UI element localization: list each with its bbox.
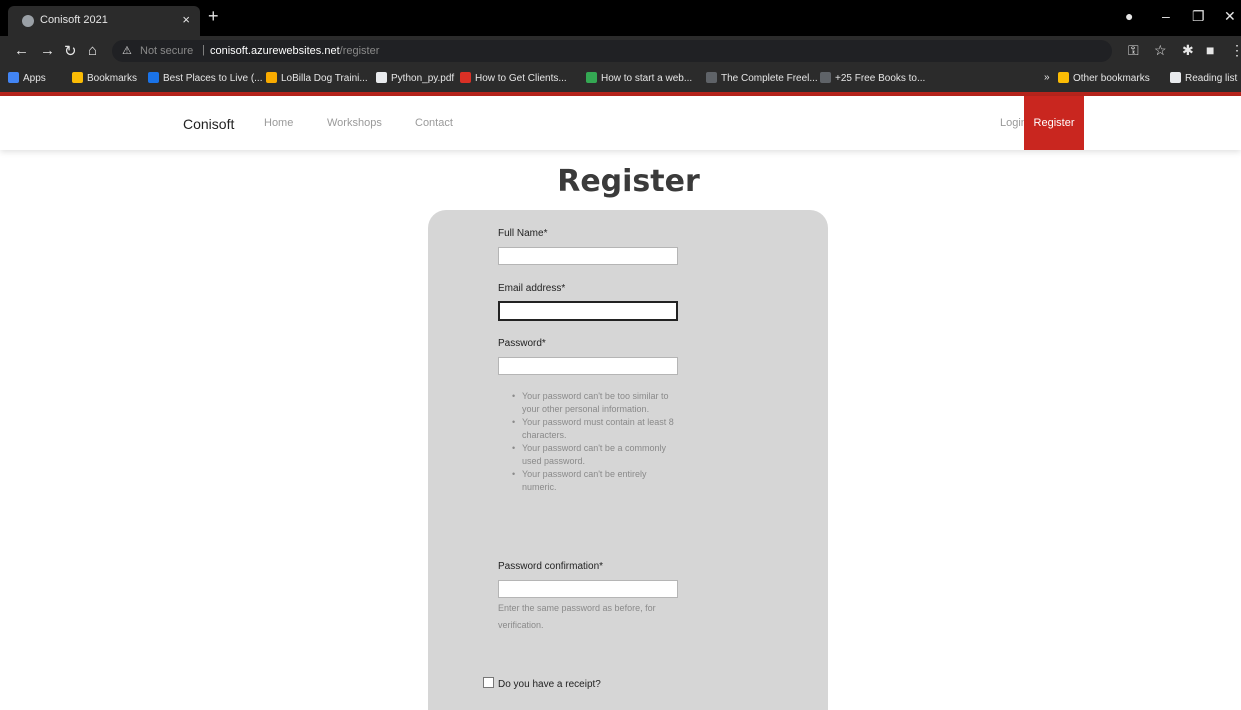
reload-icon[interactable]: ↻ <box>64 42 77 60</box>
bookmark-apps[interactable]: Apps <box>8 72 46 84</box>
restore-icon[interactable]: ❐ <box>1192 8 1205 25</box>
bookmark-best-places[interactable]: Best Places to Live (... <box>148 72 263 84</box>
extensions-icon[interactable]: ✱ <box>1182 42 1194 59</box>
bookmark-bookmarks[interactable]: Bookmarks <box>72 72 137 84</box>
password-help-item: Your password can't be entirely numeric. <box>512 468 682 494</box>
back-icon[interactable]: ← <box>14 42 29 59</box>
bookmark-favicon <box>460 72 471 83</box>
menu-icon[interactable]: ⋮ <box>1230 42 1241 59</box>
reading-list[interactable]: Reading list <box>1170 72 1237 84</box>
browser-toolbar: ← → ↻ ⌂ ⚠ Not secure | conisoft.azureweb… <box>0 36 1241 66</box>
address-separator: | <box>202 44 205 56</box>
bookmark-favicon <box>820 72 831 83</box>
password-confirm-input[interactable] <box>498 580 678 598</box>
bookmarks-bar: Apps Bookmarks Best Places to Live (... … <box>0 66 1241 93</box>
url-text: conisoft.azurewebsites.net/register <box>210 45 379 57</box>
folder-icon <box>1058 72 1069 83</box>
site-navbar: Conisoft Home Workshops Contact Login Re… <box>0 96 1241 150</box>
email-input[interactable] <box>498 301 678 321</box>
reading-list-icon <box>1170 72 1181 83</box>
bookmark-python-pdf[interactable]: Python_py.pdf <box>376 72 454 84</box>
full-name-label: Full Name* <box>498 228 548 239</box>
email-label: Email address* <box>498 283 566 294</box>
security-status: Not secure <box>140 45 194 57</box>
bookmarks-overflow-button[interactable]: » <box>1044 72 1050 83</box>
nav-contact[interactable]: Contact <box>415 117 453 129</box>
url-path: /register <box>339 45 380 57</box>
brand-logo[interactable]: Conisoft <box>183 116 234 132</box>
bookmark-favicon <box>586 72 597 83</box>
key-icon[interactable]: ⚿ <box>1128 42 1139 59</box>
nav-home[interactable]: Home <box>264 117 293 129</box>
forward-icon[interactable]: → <box>40 42 55 59</box>
warning-icon: ⚠ <box>122 45 132 57</box>
register-form-card: Full Name* Email address* Password* Your… <box>428 210 828 710</box>
browser-tab[interactable]: Conisoft 2021 × <box>8 6 200 36</box>
password-help-item: Your password can't be too similar to yo… <box>512 390 682 416</box>
password-help-list: Your password can't be too similar to yo… <box>512 390 682 494</box>
new-tab-button[interactable]: + <box>208 6 219 27</box>
minimize-icon[interactable]: – <box>1162 8 1170 24</box>
address-bar[interactable]: ⚠ Not secure | conisoft.azurewebsites.ne… <box>112 40 1112 62</box>
extension-red-icon[interactable]: ■ <box>1206 42 1214 58</box>
apps-icon <box>8 72 19 83</box>
bookmark-free-books[interactable]: +25 Free Books to... <box>820 72 925 84</box>
page-title: Register <box>557 164 700 199</box>
home-icon[interactable]: ⌂ <box>88 42 97 59</box>
bookmark-dog-training[interactable]: LoBilla Dog Traini... <box>266 72 368 84</box>
other-bookmarks[interactable]: Other bookmarks <box>1058 72 1150 84</box>
password-label: Password* <box>498 338 546 349</box>
tab-title: Conisoft 2021 <box>40 14 108 26</box>
password-confirm-help: Enter the same password as before, for v… <box>498 603 656 630</box>
tab-close-icon[interactable]: × <box>182 12 190 27</box>
receipt-checkbox-row[interactable]: Do you have a receipt? <box>483 677 601 690</box>
bookmark-favicon <box>266 72 277 83</box>
password-help-item: Your password can't be a commonly used p… <box>512 442 682 468</box>
nav-register-button[interactable]: Register <box>1024 96 1084 150</box>
receipt-checkbox[interactable] <box>483 677 494 688</box>
bookmark-start-web[interactable]: How to start a web... <box>586 72 692 84</box>
bookmark-complete-freelance[interactable]: The Complete Freel... <box>706 72 818 84</box>
receipt-label: Do you have a receipt? <box>498 679 601 690</box>
nav-workshops[interactable]: Workshops <box>327 117 382 129</box>
bookmark-favicon <box>148 72 159 83</box>
full-name-input[interactable] <box>498 247 678 265</box>
url-host: conisoft.azurewebsites.net <box>210 45 340 57</box>
nav-login[interactable]: Login <box>1000 117 1027 129</box>
bookmark-favicon <box>706 72 717 83</box>
password-confirm-label: Password confirmation* <box>498 561 604 572</box>
browser-tab-strip: Conisoft 2021 × + ● – ❐ ✕ <box>0 0 1241 36</box>
password-input[interactable] <box>498 357 678 375</box>
profile-icon[interactable]: ● <box>1125 8 1133 24</box>
star-icon <box>72 72 83 83</box>
bookmark-get-clients[interactable]: How to Get Clients... <box>460 72 567 84</box>
globe-icon <box>22 15 34 27</box>
close-window-icon[interactable]: ✕ <box>1224 8 1236 25</box>
star-icon[interactable]: ☆ <box>1154 42 1167 59</box>
password-help-item: Your password must contain at least 8 ch… <box>512 416 682 442</box>
bookmark-favicon <box>376 72 387 83</box>
